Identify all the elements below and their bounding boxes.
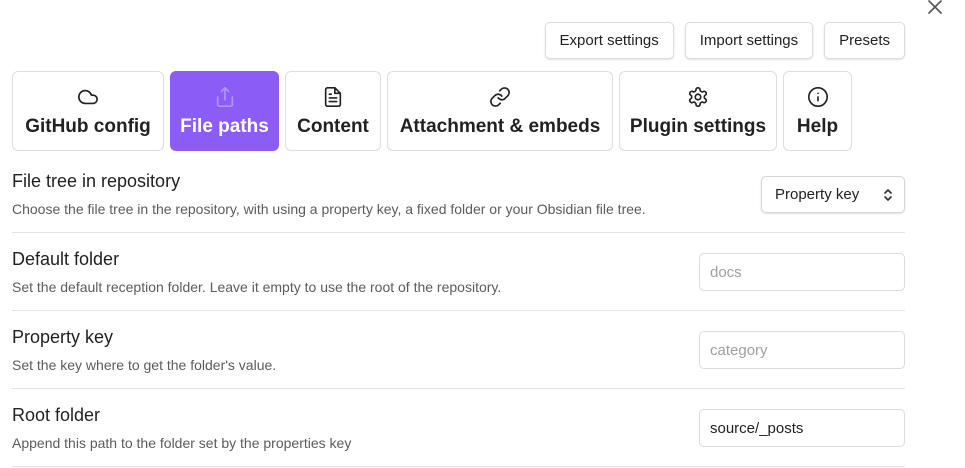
setting-file-tree: File tree in repository Choose the file … (12, 155, 905, 233)
setting-description: Set the default reception folder. Leave … (12, 279, 502, 295)
default-folder-input[interactable] (699, 253, 905, 291)
tab-label: Content (297, 116, 369, 137)
tab-file-paths[interactable]: File paths (170, 71, 279, 151)
setting-title: Default folder (12, 249, 120, 269)
setting-description: Append this path to the folder set by th… (12, 435, 352, 451)
tab-attachment-embeds[interactable]: Attachment & embeds (387, 71, 613, 151)
top-toolbar: Export settings Import settings Presets (544, 22, 905, 59)
presets-button[interactable]: Presets (824, 22, 905, 59)
export-settings-button[interactable]: Export settings (544, 22, 674, 59)
tab-label: Plugin settings (629, 116, 767, 137)
setting-description: Set the key where to get the folder's va… (12, 357, 277, 373)
setting-root-folder: Root folder Append this path to the fold… (12, 389, 905, 467)
tab-label: Attachment & embeds (399, 116, 601, 137)
tab-plugin-settings[interactable]: Plugin settings (619, 71, 777, 151)
import-settings-button[interactable]: Import settings (684, 22, 814, 59)
gear-icon (687, 85, 709, 109)
setting-title: Root folder (12, 405, 101, 425)
tab-content[interactable]: Content (285, 71, 381, 151)
tab-github-config[interactable]: GitHub config (12, 71, 164, 151)
root-folder-input[interactable] (699, 409, 905, 447)
cloud-icon (77, 85, 99, 109)
chevron-up-down-icon (882, 187, 894, 207)
tab-label: File paths (180, 116, 269, 137)
settings-list: File tree in repository Choose the file … (12, 155, 905, 467)
close-button[interactable] (924, 0, 946, 14)
tab-help[interactable]: Help (783, 71, 852, 151)
document-icon (322, 85, 344, 109)
setting-title: Property key (12, 327, 114, 347)
setting-description: Choose the file tree in the repository, … (12, 201, 646, 217)
setting-title: File tree in repository (12, 171, 181, 191)
close-icon (928, 0, 942, 14)
settings-tabs: GitHub config File paths Content Attachm… (12, 71, 852, 151)
property-key-input[interactable] (699, 331, 905, 369)
setting-property-key: Property key Set the key where to get th… (12, 311, 905, 389)
info-icon (807, 85, 829, 109)
tab-label: GitHub config (25, 116, 151, 137)
link-icon (489, 85, 511, 109)
setting-default-folder: Default folder Set the default reception… (12, 233, 905, 311)
dropdown-value: Property key (775, 186, 860, 203)
tab-label: Help (796, 116, 839, 137)
upload-icon (214, 85, 236, 109)
file-tree-dropdown[interactable]: Property key (761, 176, 905, 213)
